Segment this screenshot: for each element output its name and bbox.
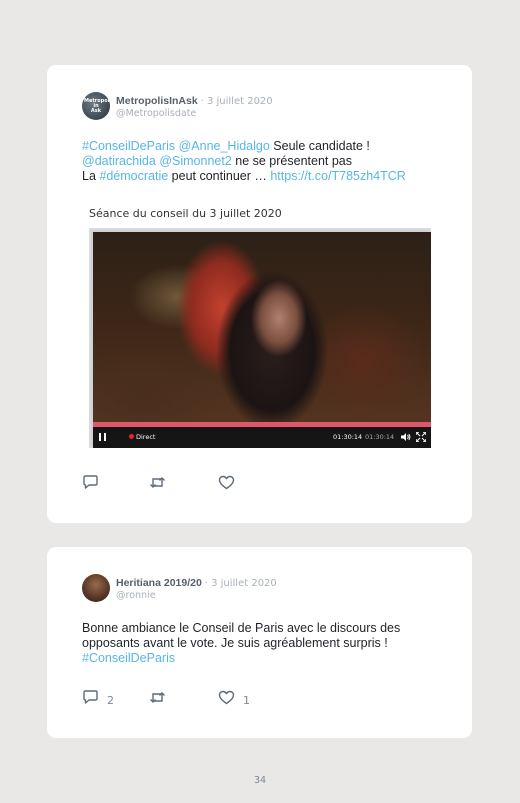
avatar-logo-text: Metropolis in Ask	[84, 98, 110, 114]
tweet-text-line: #ConseilDeParis	[82, 651, 452, 666]
heart-icon	[218, 690, 235, 710]
hashtag-link[interactable]: #ConseilDeParis	[82, 651, 175, 665]
tweet-text-line: #ConseilDeParis @Anne_Hidalgo Seule cand…	[82, 139, 452, 154]
retweet-icon	[149, 475, 166, 495]
reply-count: 2	[107, 693, 114, 707]
retweet-button[interactable]	[149, 477, 174, 493]
tweet-card-2: Heritiana 2019/20 · 3 juillet 2020 @ronn…	[47, 547, 472, 738]
avatar[interactable]	[82, 574, 110, 602]
like-button[interactable]	[218, 475, 243, 495]
reply-icon	[82, 475, 99, 495]
hashtag-link[interactable]: #démocratie	[99, 169, 168, 183]
tweet-date: · 3 juillet 2020	[200, 96, 273, 107]
pause-icon[interactable]	[99, 433, 106, 441]
tweet-card-1: Metropolis in Ask MetropolisInAsk · 3 ju…	[47, 65, 472, 523]
mention-link[interactable]: @Simonnet2	[159, 154, 231, 168]
tweet-text-segment: ne se présentent pas	[231, 154, 353, 168]
like-count: 1	[243, 693, 250, 707]
tweet-text-line: @datirachida @Simonnet2 ne se présentent…	[82, 154, 452, 169]
reply-button[interactable]	[82, 475, 107, 495]
avatar[interactable]: Metropolis in Ask	[82, 92, 110, 120]
tweet-text-line: opposants avant le vote. Je suis agréabl…	[82, 636, 452, 651]
fullscreen-icon[interactable]	[415, 431, 427, 443]
retweet-icon	[149, 690, 166, 710]
tweet-text: Bonne ambiance le Conseil de Paris avec …	[82, 621, 452, 666]
author-name[interactable]: Heritiana 2019/20 · 3 juillet 2020	[116, 577, 277, 589]
live-dot-icon	[129, 434, 134, 439]
heart-icon	[218, 475, 235, 495]
reply-button[interactable]: 2	[82, 690, 114, 710]
author-display-name[interactable]: MetropolisInAsk	[116, 95, 198, 107]
author-handle[interactable]: @Metropolisdate	[116, 108, 196, 119]
tweet-text-segment: opposants avant le vote. Je suis agréabl…	[82, 636, 388, 650]
hashtag-link[interactable]: #ConseilDeParis	[82, 139, 175, 153]
tweet-text-segment: La	[82, 169, 100, 183]
mention-link[interactable]: @datirachida	[82, 154, 156, 168]
tweet-text-line: La #démocratie peut continuer … https://…	[82, 169, 452, 184]
tweet-text-line: Bonne ambiance le Conseil de Paris avec …	[82, 621, 452, 636]
tweet-text-segment: Bonne ambiance le Conseil de Paris avec …	[82, 621, 401, 635]
video-current-time: 01:30:14	[333, 433, 363, 441]
video-player[interactable]: Direct 01:30:14 01:30:14	[89, 228, 431, 448]
tweet-text-segment: Seule candidate !	[269, 139, 370, 153]
live-indicator: Direct	[129, 433, 155, 441]
volume-icon[interactable]	[401, 432, 411, 442]
url-link[interactable]: https://t.co/T785zh4TCR	[270, 169, 405, 183]
mention-link[interactable]: @Anne_Hidalgo	[179, 139, 270, 153]
live-label: Direct	[136, 433, 156, 441]
author-handle[interactable]: @ronnie	[116, 590, 156, 601]
video-caption: Séance du conseil du 3 juillet 2020	[89, 207, 282, 220]
like-button[interactable]: 1	[218, 690, 250, 710]
reply-icon	[82, 690, 99, 710]
author-name[interactable]: MetropolisInAsk · 3 juillet 2020	[116, 95, 273, 107]
tweet-text: #ConseilDeParis @Anne_Hidalgo Seule cand…	[82, 139, 452, 184]
author-display-name[interactable]: Heritiana 2019/20	[116, 577, 202, 589]
page-number: 34	[253, 775, 267, 786]
tweet-date: · 3 juillet 2020	[204, 578, 277, 589]
tweet-text-segment: peut continuer …	[168, 169, 271, 183]
video-controls: Direct 01:30:14 01:30:14	[93, 427, 431, 448]
video-total-time: 01:30:14	[365, 433, 395, 441]
video-frame[interactable]: Direct 01:30:14 01:30:14	[93, 232, 431, 448]
retweet-button[interactable]	[149, 692, 174, 708]
